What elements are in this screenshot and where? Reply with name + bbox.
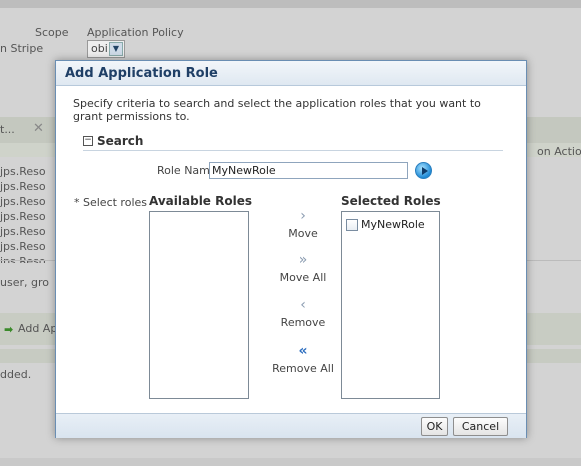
add-application-role-dialog: Add Application Role Specify criteria to… [55, 60, 527, 438]
move-all-label: Move All [279, 271, 327, 284]
remove-all-label: Remove All [272, 362, 334, 375]
dialog-instructions: Specify criteria to search and select th… [73, 97, 481, 123]
background-add-link: Add Ap [18, 322, 58, 335]
dialog-footer: OK Cancel [56, 413, 526, 438]
background-action-column: on Action [537, 145, 581, 158]
add-icon: ➡ [4, 323, 14, 336]
move-label: Move [288, 227, 318, 240]
selected-role-label: MyNewRole [361, 218, 425, 231]
background-row: jps.Reso [0, 165, 46, 178]
background-row: jps.Reso [0, 240, 46, 253]
move-all-right-icon: » [298, 252, 308, 268]
move-right-icon: › [300, 208, 306, 224]
available-roles-header: Available Roles [149, 194, 253, 208]
remove-all-left-icon: « [298, 343, 308, 359]
background-row: jps.Reso [0, 255, 46, 263]
dialog-title: Add Application Role [65, 66, 218, 81]
cancel-button[interactable]: Cancel [453, 417, 508, 436]
move-button[interactable]: › Move [268, 208, 338, 240]
collapse-icon[interactable]: − [83, 136, 93, 146]
search-section-header[interactable]: − Search [83, 133, 503, 151]
background-row: jps.Reso [0, 180, 46, 193]
move-all-button[interactable]: » Move All [268, 252, 338, 284]
stripe-select-value: obi [91, 42, 108, 55]
select-roles-label: * Select roles [74, 196, 147, 209]
list-item[interactable]: MyNewRole [346, 218, 425, 231]
remove-all-button[interactable]: « Remove All [268, 343, 338, 375]
stripe-select[interactable]: obi ▼ [87, 40, 125, 58]
clear-icon: ✕ [33, 121, 44, 136]
background-search-text: t... [0, 123, 15, 136]
available-roles-list[interactable] [149, 211, 249, 399]
role-name-label: Role Name [157, 164, 217, 177]
background-row: jps.Reso [0, 210, 46, 223]
background-row: jps.Reso [0, 195, 46, 208]
role-name-input[interactable] [209, 162, 408, 179]
background-added-text: dded. [0, 368, 32, 381]
ok-button[interactable]: OK [421, 417, 448, 436]
selected-roles-list[interactable]: MyNewRole [341, 211, 440, 399]
background-user-text: user, gro [0, 276, 49, 289]
remove-left-icon: ‹ [300, 297, 306, 313]
background-header-bar [0, 0, 581, 8]
search-go-icon[interactable] [415, 162, 432, 179]
remove-label: Remove [280, 316, 326, 329]
role-checkbox[interactable] [346, 218, 358, 231]
stripe-label: n Stripe [0, 42, 44, 55]
background-row: jps.Reso [0, 225, 46, 238]
selected-roles-header: Selected Roles [341, 194, 441, 208]
scope-value: Application Policy [87, 26, 184, 39]
chevron-down-icon: ▼ [109, 42, 123, 56]
remove-button[interactable]: ‹ Remove [268, 297, 338, 329]
scope-label: Scope [35, 26, 69, 39]
dialog-title-bar[interactable]: Add Application Role [56, 61, 526, 86]
search-section-title: Search [97, 134, 144, 148]
